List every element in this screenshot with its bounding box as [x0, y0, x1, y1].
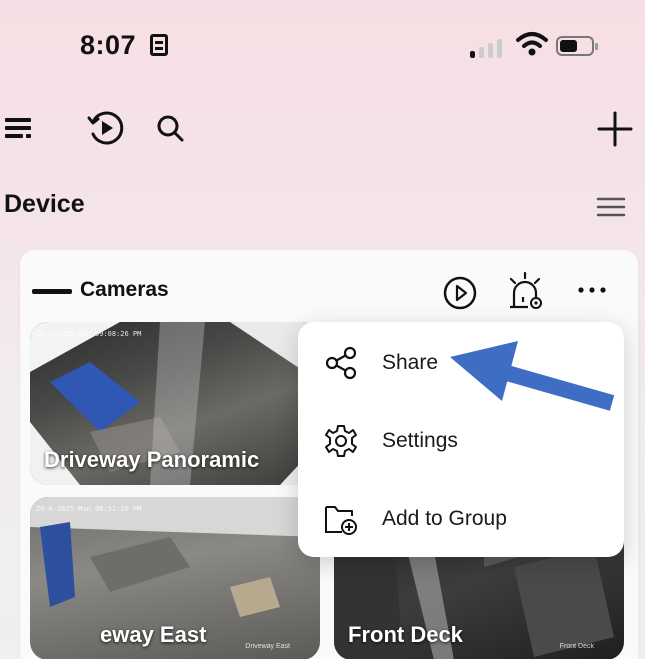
menu-item-label: Add to Group: [382, 507, 507, 530]
camera-tag: Front Deck: [559, 643, 594, 650]
status-bar: 8:07: [0, 0, 645, 90]
wifi-icon: [516, 32, 548, 56]
camera-tag: Driveway East: [245, 643, 290, 650]
playback-icon[interactable]: [84, 106, 128, 150]
camera-timestamp: 20-6-2025 Mon 09:08:26 PM: [36, 330, 142, 338]
menu-item-label: Settings: [382, 429, 458, 452]
camera-name: Driveway Panoramic: [44, 447, 260, 472]
group-title: Cameras: [80, 278, 169, 301]
toolbar: [0, 100, 645, 156]
annotation-arrow: [450, 341, 615, 411]
camera-name: Front Deck: [348, 622, 463, 647]
menu-item-label: Share: [382, 351, 439, 374]
alarm-icon[interactable]: [505, 270, 547, 312]
menu-item-settings[interactable]: Settings: [298, 406, 624, 476]
search-icon[interactable]: [150, 108, 190, 148]
list-view-icon[interactable]: [0, 110, 36, 146]
camera-tile[interactable]: 20-6-2025 Mon 09:08:26 PM Driveway Panor…: [30, 322, 320, 485]
menu-item-add-to-group[interactable]: Add to Group: [298, 484, 624, 554]
battery-icon: [556, 36, 598, 56]
play-all-icon[interactable]: [441, 274, 479, 312]
battery-level: [560, 40, 577, 52]
signal-icon: [470, 36, 510, 58]
camera-name: eway East: [100, 622, 206, 648]
page-title: Device: [4, 190, 85, 218]
sim-card-icon: [150, 34, 168, 56]
share-icon: [325, 346, 357, 380]
add-folder-icon: [325, 506, 357, 535]
camera-tile[interactable]: 20-6-2025 Mon 08:51:20 PM eway East Driv…: [30, 497, 320, 659]
gear-icon: [325, 425, 357, 457]
group-collapse-icon[interactable]: [32, 289, 72, 294]
camera-timestamp: 20-6-2025 Mon 08:51:20 PM: [36, 505, 142, 513]
add-icon[interactable]: [592, 106, 638, 152]
camera-name-visible: eway East: [100, 622, 207, 647]
hamburger-icon[interactable]: [594, 193, 628, 221]
status-time: 8:07: [80, 30, 137, 60]
more-icon[interactable]: [574, 274, 610, 306]
